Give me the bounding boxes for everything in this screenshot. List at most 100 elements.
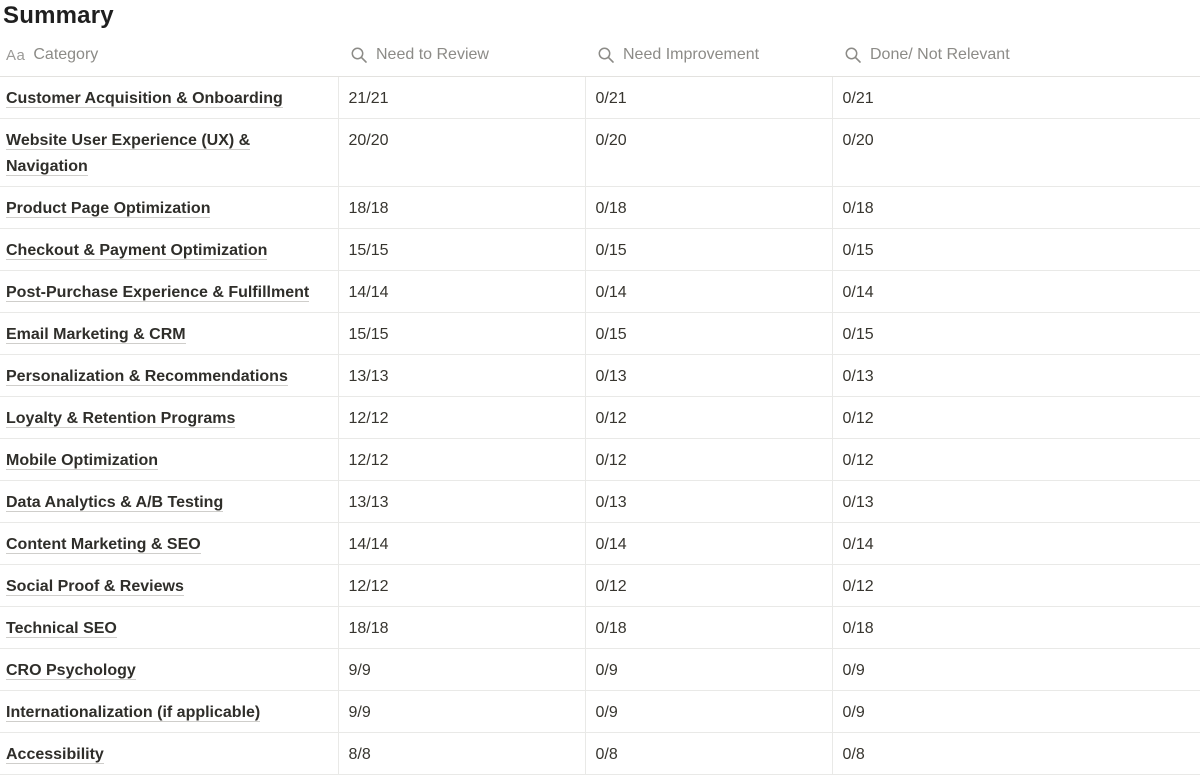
category-link[interactable]: Technical SEO bbox=[6, 619, 117, 638]
column-header-need-improvement[interactable]: Need Improvement bbox=[585, 35, 832, 77]
need-improvement-cell[interactable]: 0/12 bbox=[584, 438, 832, 481]
done-not-relevant-cell[interactable]: 0/14 bbox=[831, 270, 1200, 313]
table-row: Social Proof & Reviews 12/12 0/12 0/12 bbox=[0, 564, 1200, 607]
category-cell[interactable]: Post-Purchase Experience & Fulfillment bbox=[0, 270, 338, 313]
summary-table: Aa Category Need to Review Need Improvem… bbox=[0, 35, 1200, 775]
need-to-review-cell[interactable]: 9/9 bbox=[337, 690, 585, 733]
search-icon bbox=[597, 46, 615, 64]
category-link[interactable]: Customer Acquisition & Onboarding bbox=[6, 89, 283, 108]
done-not-relevant-cell[interactable]: 0/20 bbox=[831, 118, 1200, 187]
need-to-review-cell[interactable]: 13/13 bbox=[337, 354, 585, 397]
category-cell[interactable]: Accessibility bbox=[0, 732, 338, 775]
done-not-relevant-cell[interactable]: 0/13 bbox=[831, 480, 1200, 523]
category-link[interactable]: Mobile Optimization bbox=[6, 451, 158, 470]
need-improvement-cell[interactable]: 0/13 bbox=[584, 480, 832, 523]
done-not-relevant-cell[interactable]: 0/14 bbox=[831, 522, 1200, 565]
category-cell[interactable]: Personalization & Recommendations bbox=[0, 354, 338, 397]
need-improvement-cell[interactable]: 0/18 bbox=[584, 606, 832, 649]
category-cell[interactable]: Product Page Optimization bbox=[0, 186, 338, 229]
need-improvement-cell[interactable]: 0/21 bbox=[584, 76, 832, 119]
column-header-label: Category bbox=[33, 46, 99, 64]
need-improvement-cell[interactable]: 0/12 bbox=[584, 564, 832, 607]
category-cell[interactable]: Data Analytics & A/B Testing bbox=[0, 480, 338, 523]
category-cell[interactable]: Social Proof & Reviews bbox=[0, 564, 338, 607]
need-improvement-cell[interactable]: 0/15 bbox=[584, 312, 832, 355]
table-row: Personalization & Recommendations 13/13 … bbox=[0, 354, 1200, 397]
category-cell[interactable]: Loyalty & Retention Programs bbox=[0, 396, 338, 439]
done-not-relevant-cell[interactable]: 0/21 bbox=[831, 76, 1200, 119]
need-improvement-cell[interactable]: 0/9 bbox=[584, 690, 832, 733]
need-to-review-cell[interactable]: 8/8 bbox=[337, 732, 585, 775]
table-row: Mobile Optimization 12/12 0/12 0/12 bbox=[0, 438, 1200, 481]
done-not-relevant-cell[interactable]: 0/18 bbox=[831, 186, 1200, 229]
table-row: Customer Acquisition & Onboarding 21/21 … bbox=[0, 76, 1200, 119]
category-link[interactable]: CRO Psychology bbox=[6, 661, 136, 680]
category-cell[interactable]: Checkout & Payment Optimization bbox=[0, 228, 338, 271]
done-not-relevant-cell[interactable]: 0/12 bbox=[831, 564, 1200, 607]
table-row: Website User Experience (UX) & Navigatio… bbox=[0, 118, 1200, 187]
need-improvement-cell[interactable]: 0/12 bbox=[584, 396, 832, 439]
column-header-done-not-relevant[interactable]: Done/ Not Relevant bbox=[832, 35, 1200, 77]
need-improvement-cell[interactable]: 0/14 bbox=[584, 270, 832, 313]
column-header-need-to-review[interactable]: Need to Review bbox=[338, 35, 585, 77]
category-link[interactable]: Loyalty & Retention Programs bbox=[6, 409, 236, 428]
need-improvement-cell[interactable]: 0/14 bbox=[584, 522, 832, 565]
need-improvement-cell[interactable]: 0/9 bbox=[584, 648, 832, 691]
need-to-review-cell[interactable]: 18/18 bbox=[337, 606, 585, 649]
table-header-row: Aa Category Need to Review Need Improvem… bbox=[0, 35, 1200, 77]
category-cell[interactable]: Email Marketing & CRM bbox=[0, 312, 338, 355]
search-icon bbox=[350, 46, 368, 64]
category-link[interactable]: Accessibility bbox=[6, 745, 104, 764]
done-not-relevant-cell[interactable]: 0/18 bbox=[831, 606, 1200, 649]
category-link[interactable]: Checkout & Payment Optimization bbox=[6, 241, 268, 260]
category-link[interactable]: Content Marketing & SEO bbox=[6, 535, 201, 554]
category-cell[interactable]: Internationalization (if applicable) bbox=[0, 690, 338, 733]
done-not-relevant-cell[interactable]: 0/9 bbox=[831, 648, 1200, 691]
category-cell[interactable]: Customer Acquisition & Onboarding bbox=[0, 76, 338, 119]
need-to-review-cell[interactable]: 15/15 bbox=[337, 312, 585, 355]
done-not-relevant-cell[interactable]: 0/8 bbox=[831, 732, 1200, 775]
category-link[interactable]: Post-Purchase Experience & Fulfillment bbox=[6, 283, 310, 302]
need-improvement-cell[interactable]: 0/15 bbox=[584, 228, 832, 271]
need-to-review-cell[interactable]: 12/12 bbox=[337, 396, 585, 439]
category-cell[interactable]: Technical SEO bbox=[0, 606, 338, 649]
need-to-review-cell[interactable]: 14/14 bbox=[337, 522, 585, 565]
done-not-relevant-cell[interactable]: 0/13 bbox=[831, 354, 1200, 397]
need-to-review-cell[interactable]: 14/14 bbox=[337, 270, 585, 313]
need-to-review-cell[interactable]: 21/21 bbox=[337, 76, 585, 119]
done-not-relevant-cell[interactable]: 0/15 bbox=[831, 312, 1200, 355]
category-cell[interactable]: Website User Experience (UX) & Navigatio… bbox=[0, 118, 338, 187]
need-to-review-cell[interactable]: 18/18 bbox=[337, 186, 585, 229]
need-to-review-cell[interactable]: 13/13 bbox=[337, 480, 585, 523]
need-improvement-cell[interactable]: 0/8 bbox=[584, 732, 832, 775]
need-to-review-cell[interactable]: 12/12 bbox=[337, 564, 585, 607]
done-not-relevant-cell[interactable]: 0/12 bbox=[831, 396, 1200, 439]
category-link[interactable]: Product Page Optimization bbox=[6, 199, 211, 218]
category-cell[interactable]: Mobile Optimization bbox=[0, 438, 338, 481]
table-row: Checkout & Payment Optimization 15/15 0/… bbox=[0, 228, 1200, 271]
need-to-review-cell[interactable]: 15/15 bbox=[337, 228, 585, 271]
done-not-relevant-cell[interactable]: 0/12 bbox=[831, 438, 1200, 481]
table-row: Accessibility 8/8 0/8 0/8 bbox=[0, 732, 1200, 775]
table-row: Product Page Optimization 18/18 0/18 0/1… bbox=[0, 186, 1200, 229]
search-icon bbox=[844, 46, 862, 64]
table-row: Post-Purchase Experience & Fulfillment 1… bbox=[0, 270, 1200, 313]
category-cell[interactable]: CRO Psychology bbox=[0, 648, 338, 691]
category-cell[interactable]: Content Marketing & SEO bbox=[0, 522, 338, 565]
done-not-relevant-cell[interactable]: 0/9 bbox=[831, 690, 1200, 733]
column-header-label: Need to Review bbox=[376, 46, 489, 64]
done-not-relevant-cell[interactable]: 0/15 bbox=[831, 228, 1200, 271]
category-link[interactable]: Social Proof & Reviews bbox=[6, 577, 184, 596]
need-improvement-cell[interactable]: 0/20 bbox=[584, 118, 832, 187]
category-link[interactable]: Personalization & Recommendations bbox=[6, 367, 288, 386]
need-to-review-cell[interactable]: 20/20 bbox=[337, 118, 585, 187]
need-improvement-cell[interactable]: 0/13 bbox=[584, 354, 832, 397]
need-to-review-cell[interactable]: 12/12 bbox=[337, 438, 585, 481]
category-link[interactable]: Website User Experience (UX) & Navigatio… bbox=[6, 131, 251, 176]
category-link[interactable]: Internationalization (if applicable) bbox=[6, 703, 261, 722]
category-link[interactable]: Email Marketing & CRM bbox=[6, 325, 186, 344]
column-header-category[interactable]: Aa Category bbox=[0, 35, 338, 77]
category-link[interactable]: Data Analytics & A/B Testing bbox=[6, 493, 224, 512]
need-to-review-cell[interactable]: 9/9 bbox=[337, 648, 585, 691]
need-improvement-cell[interactable]: 0/18 bbox=[584, 186, 832, 229]
